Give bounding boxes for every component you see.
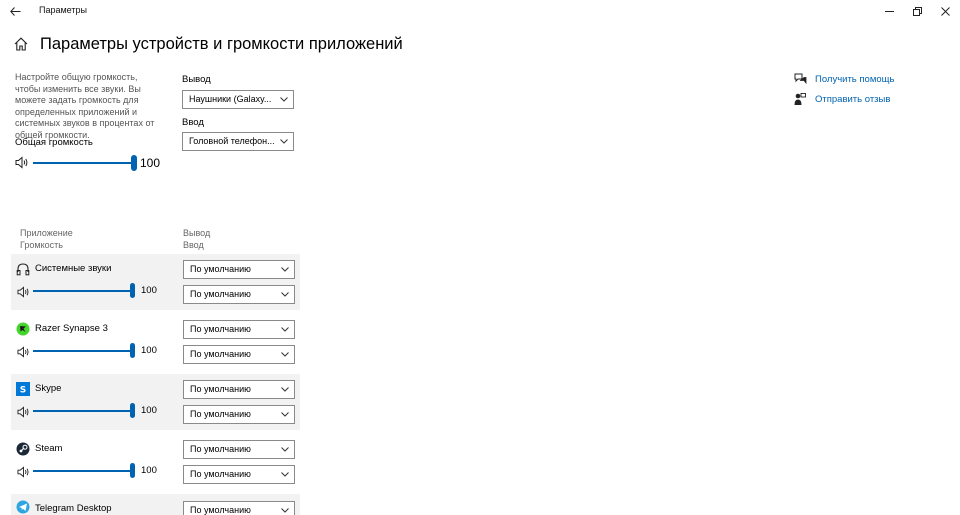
app-input-value: По умолчанию [190, 349, 251, 359]
slider-thumb[interactable] [130, 283, 135, 298]
chevron-down-icon [281, 508, 289, 513]
slider-thumb[interactable] [130, 343, 135, 358]
app-input-select[interactable]: По умолчанию [183, 285, 295, 304]
app-output-value: По умолчанию [190, 444, 251, 454]
column-app-label: Приложение [20, 228, 73, 238]
app-input-select[interactable]: По умолчанию [183, 465, 295, 484]
speaker-icon[interactable] [17, 345, 30, 363]
app-volume-slider[interactable] [33, 350, 133, 352]
restore-icon[interactable] [908, 2, 926, 20]
speaker-icon[interactable] [15, 156, 29, 174]
title-bar: Параметры [0, 0, 960, 22]
chevron-down-icon [281, 387, 289, 392]
get-help-label[interactable]: Получить помощь [815, 74, 894, 85]
output-device-value: Наушники (Galaxy... [189, 94, 272, 104]
speaker-icon[interactable] [17, 405, 30, 423]
input-device-value: Головной телефон... [189, 136, 275, 146]
slider-thumb[interactable] [130, 403, 135, 418]
send-feedback-label[interactable]: Отправить отзыв [815, 94, 890, 105]
app-volume-value: 100 [141, 285, 157, 296]
app-volume-value: 100 [141, 465, 157, 476]
headphones-icon [16, 262, 30, 276]
speaker-icon[interactable] [17, 465, 30, 483]
master-description: Настройте общую громкость, чтобы изменит… [15, 72, 155, 140]
close-icon[interactable] [936, 2, 954, 20]
app-output-value: По умолчанию [190, 384, 251, 394]
app-name: Skype [35, 383, 62, 394]
help-chat-icon [793, 72, 807, 86]
app-name: Telegram Desktop [35, 503, 112, 514]
steam-icon [16, 442, 30, 456]
app-volume-slider[interactable] [33, 290, 133, 292]
chevron-down-icon [281, 352, 289, 357]
minimize-icon[interactable] [880, 2, 898, 20]
master-volume-label: Общая громкость [15, 137, 93, 148]
app-row-steam: Steam 100 По умолчанию По умолчанию [11, 434, 300, 490]
output-device-select[interactable]: Наушники (Galaxy... [182, 90, 294, 109]
app-output-value: По умолчанию [190, 505, 251, 515]
master-volume-slider[interactable]: 100 [15, 154, 165, 172]
chevron-down-icon [281, 447, 289, 452]
chevron-down-icon [280, 97, 288, 102]
chevron-down-icon [281, 267, 289, 272]
output-label: Вывод [182, 74, 211, 85]
input-device-select[interactable]: Головной телефон... [182, 132, 294, 151]
app-input-value: По умолчанию [190, 409, 251, 419]
app-row-system-sounds: Системные звуки 100 По умолчанию По умол… [11, 254, 300, 310]
back-arrow-icon[interactable] [6, 2, 24, 20]
app-output-value: По умолчанию [190, 324, 251, 334]
input-label: Ввод [182, 117, 204, 128]
app-row-razer-synapse: Razer Synapse 3 100 По умолчанию По умол… [11, 314, 300, 370]
page-title: Параметры устройств и громкости приложен… [40, 35, 403, 53]
skype-icon: S [16, 382, 30, 396]
app-name: Steam [35, 443, 63, 454]
app-output-select[interactable]: По умолчанию [183, 260, 295, 279]
app-input-value: По умолчанию [190, 289, 251, 299]
app-output-select[interactable]: По умолчанию [183, 501, 295, 515]
chevron-down-icon [281, 292, 289, 297]
chevron-down-icon [281, 327, 289, 332]
chevron-down-icon [280, 139, 288, 144]
telegram-icon [16, 500, 30, 514]
column-input-label: Ввод [183, 239, 204, 250]
svg-text:S: S [20, 386, 26, 396]
app-output-select[interactable]: По умолчанию [183, 320, 295, 339]
column-output-label: Вывод [183, 228, 211, 238]
app-name: Системные звуки [35, 263, 112, 274]
app-row-telegram: Telegram Desktop По умолчанию [11, 494, 300, 515]
feedback-icon [793, 92, 807, 106]
app-input-select[interactable]: По умолчанию [183, 345, 295, 364]
column-header-devices: Вывод Ввод [183, 228, 210, 251]
app-volume-slider[interactable] [33, 410, 133, 412]
app-output-value: По умолчанию [190, 264, 251, 274]
app-output-select[interactable]: По умолчанию [183, 440, 295, 459]
app-volume-value: 100 [141, 405, 157, 416]
slider-track[interactable] [33, 162, 136, 164]
column-header-app: Приложение Громкость [20, 228, 73, 251]
master-volume-value: 100 [140, 156, 161, 170]
app-volume-value: 100 [141, 345, 157, 356]
app-output-select[interactable]: По умолчанию [183, 380, 295, 399]
razer-icon [16, 322, 30, 336]
send-feedback-link[interactable]: Отправить отзыв [793, 92, 890, 106]
app-row-skype: S Skype 100 По умолчанию По умолчанию [11, 374, 300, 430]
slider-thumb[interactable] [131, 155, 137, 171]
app-volume-slider[interactable] [33, 470, 133, 472]
speaker-icon[interactable] [17, 285, 30, 303]
chevron-down-icon [281, 412, 289, 417]
window-title: Параметры [39, 5, 87, 15]
app-input-value: По умолчанию [190, 469, 251, 479]
app-name: Razer Synapse 3 [35, 323, 108, 334]
chevron-down-icon [281, 472, 289, 477]
get-help-link[interactable]: Получить помощь [793, 72, 894, 86]
home-icon[interactable] [14, 37, 30, 53]
slider-thumb[interactable] [130, 463, 135, 478]
column-volume-label: Громкость [20, 239, 63, 250]
app-input-select[interactable]: По умолчанию [183, 405, 295, 424]
